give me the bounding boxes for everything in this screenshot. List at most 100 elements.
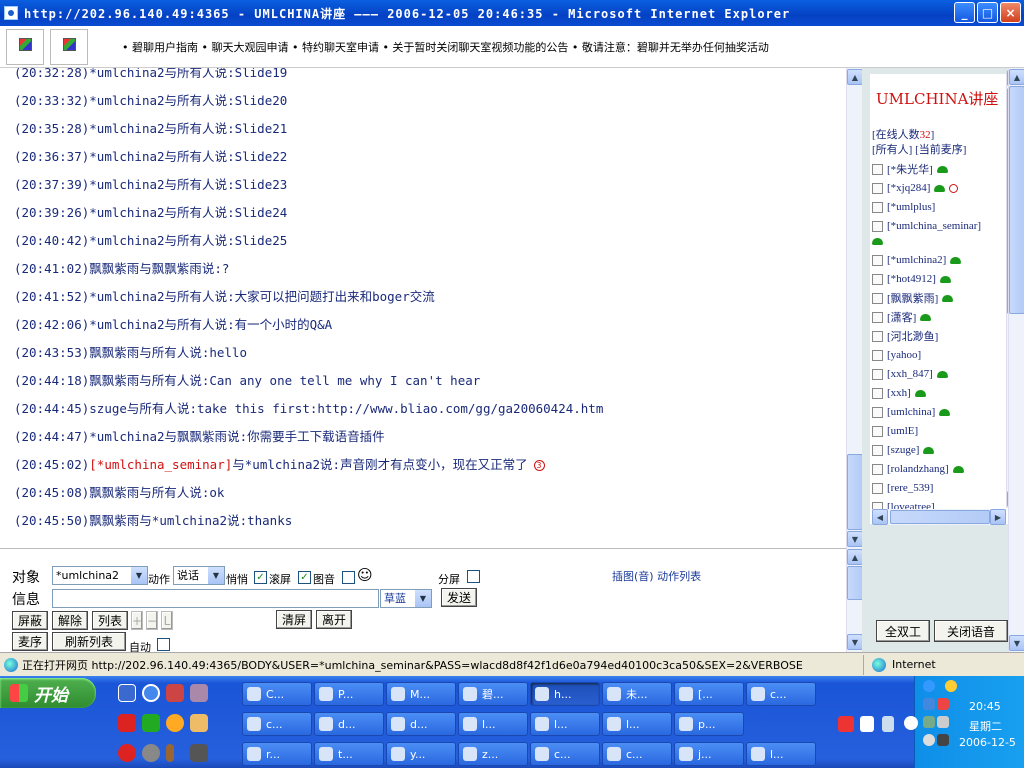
app-tray-icon[interactable] xyxy=(838,716,854,732)
quicklaunch-icon[interactable] xyxy=(118,684,136,702)
message-sender[interactable]: *umlchina2 xyxy=(89,429,164,444)
scroll-thumb[interactable] xyxy=(1009,86,1024,314)
taskbar-window-button[interactable]: M... xyxy=(386,682,456,706)
taskbar-window-button[interactable]: d... xyxy=(314,712,384,736)
message-recipient[interactable]: 所有人 xyxy=(152,485,190,500)
tray-expand-icon[interactable] xyxy=(904,716,918,730)
scroll-thumb[interactable] xyxy=(890,510,990,524)
scroll-up-icon[interactable]: ▲ xyxy=(1009,69,1024,85)
tray-icon[interactable] xyxy=(937,734,949,746)
user-checkbox[interactable] xyxy=(872,201,883,213)
taskbar-window-button[interactable]: c... xyxy=(602,742,672,766)
quicklaunch-icon[interactable] xyxy=(190,744,208,762)
maximize-button[interactable]: □ xyxy=(977,2,998,23)
taskbar-window-button[interactable]: C... xyxy=(242,682,312,706)
mic-order-button[interactable]: 麦序 xyxy=(12,632,48,651)
message-sender[interactable]: *umlchina2 xyxy=(89,93,164,108)
image-placeholder-icon[interactable] xyxy=(6,28,44,65)
user-name[interactable]: [河北渺鱼] xyxy=(887,328,938,344)
user-list-hscroll[interactable]: ◀ ▶ xyxy=(872,509,1006,525)
taskbar-window-button[interactable]: h... xyxy=(530,682,600,706)
taskbar-window-button[interactable]: y... xyxy=(386,742,456,766)
block-button[interactable]: 屏蔽 xyxy=(12,611,48,630)
help-icon[interactable] xyxy=(860,716,874,732)
user-name[interactable]: [rolandzhang] xyxy=(887,463,949,475)
message-recipient[interactable]: *umlchina2 xyxy=(245,457,320,472)
message-recipient[interactable]: 所有人 xyxy=(152,345,190,360)
taskbar-window-button[interactable]: j... xyxy=(674,742,744,766)
user-list-item[interactable]: [*xjq284] xyxy=(872,179,959,197)
user-checkbox[interactable] xyxy=(872,292,883,304)
scroll-right-icon[interactable]: ▶ xyxy=(990,509,1006,525)
clock-time[interactable]: 20:45 xyxy=(969,700,1001,713)
user-name[interactable]: [umlchina] xyxy=(887,406,935,418)
message-sender[interactable]: 飘飘紫雨 xyxy=(89,485,139,500)
message-recipient[interactable]: 所有人 xyxy=(177,149,215,164)
message-recipient[interactable]: 所有人 xyxy=(177,177,215,192)
user-list-item[interactable]: [umlE] xyxy=(872,422,918,440)
taskbar-window-button[interactable]: 未... xyxy=(602,682,672,706)
split-checkbox[interactable] xyxy=(467,570,480,583)
user-list-item[interactable]: [潇客] xyxy=(872,308,932,326)
tray-icon[interactable] xyxy=(937,716,949,728)
extra-checkbox[interactable] xyxy=(342,571,355,584)
quicklaunch-icon[interactable] xyxy=(142,684,160,702)
user-list-item[interactable]: [rere_539] xyxy=(872,479,933,497)
leave-button[interactable]: 离开 xyxy=(316,610,352,629)
user-name[interactable]: [xxh] xyxy=(887,387,911,399)
page-scrollbar[interactable]: ▲ ▼ xyxy=(1008,68,1024,652)
scroll-thumb[interactable] xyxy=(847,566,863,600)
control-scrollbar[interactable]: ▲ ▼ xyxy=(846,548,863,652)
send-button[interactable]: 发送 xyxy=(441,588,477,607)
message-sender[interactable]: *umlchina2 xyxy=(89,121,164,136)
taskbar-window-button[interactable]: c... xyxy=(530,742,600,766)
user-list-item[interactable]: [rolandzhang] xyxy=(872,460,964,478)
user-list-item[interactable]: [*umlchina2] xyxy=(872,251,962,269)
user-list-item[interactable]: [*umlplus] xyxy=(872,198,935,216)
message-sender[interactable]: *umlchina2 xyxy=(89,317,164,332)
auto-checkbox[interactable] xyxy=(157,638,170,651)
tray-icon[interactable] xyxy=(937,698,949,710)
taskbar-window-button[interactable]: l... xyxy=(602,712,672,736)
user-name[interactable]: [szuge] xyxy=(887,444,919,456)
message-sender[interactable]: *umlchina2 xyxy=(89,177,164,192)
user-name[interactable]: [xxh_847] xyxy=(887,368,933,380)
user-name[interactable]: [*umlchina_seminar] xyxy=(887,220,981,232)
chat-scrollbar[interactable]: ▲ ▼ xyxy=(846,68,863,548)
taskbar-window-button[interactable]: l... xyxy=(458,712,528,736)
user-list-item[interactable]: [飘飘紫雨] xyxy=(872,289,954,307)
message-sender[interactable]: 飘飘紫雨 xyxy=(89,261,139,276)
close-voice-button[interactable]: 关闭语音 xyxy=(934,620,1008,642)
image-placeholder-icon[interactable] xyxy=(50,28,88,65)
window-icon[interactable] xyxy=(882,716,894,732)
taskbar-window-button[interactable]: r... xyxy=(242,742,312,766)
user-checkbox[interactable] xyxy=(872,273,883,285)
user-list-item[interactable]: [szuge] xyxy=(872,441,935,459)
user-name[interactable]: [umlE] xyxy=(887,425,918,437)
user-name[interactable]: [潇客] xyxy=(887,309,916,325)
scroll-up-icon[interactable]: ▲ xyxy=(847,69,863,85)
user-checkbox[interactable] xyxy=(872,311,883,323)
taskbar-window-button[interactable]: l... xyxy=(530,712,600,736)
message-sender[interactable]: *umlchina2 xyxy=(89,233,164,248)
user-tabs[interactable]: [所有人] [当前麦序] xyxy=(872,141,966,157)
user-name[interactable]: [yahoo] xyxy=(887,349,921,361)
user-list-item[interactable]: [xxh] xyxy=(872,384,926,402)
quicklaunch-icon[interactable] xyxy=(166,714,184,732)
user-checkbox[interactable] xyxy=(872,220,883,232)
taskbar-window-button[interactable]: p... xyxy=(674,712,744,736)
user-checkbox[interactable] xyxy=(872,349,883,361)
user-name[interactable]: [*umlchina2] xyxy=(887,254,946,266)
user-list-item[interactable]: [*umlchina_seminar] xyxy=(872,217,981,235)
message-recipient[interactable]: 所有人 xyxy=(177,205,215,220)
quicklaunch-icon[interactable] xyxy=(166,684,184,702)
message-recipient[interactable]: 飘飘紫雨 xyxy=(177,429,227,444)
l-button[interactable]: L xyxy=(161,611,173,630)
user-list-item[interactable]: [yahoo] xyxy=(872,346,921,364)
message-sender[interactable]: *umlchina2 xyxy=(89,149,164,164)
user-name[interactable]: [飘飘紫雨] xyxy=(887,290,938,306)
quicklaunch-icon[interactable] xyxy=(142,744,160,762)
message-sender[interactable]: *umlchina2 xyxy=(89,205,164,220)
user-checkbox[interactable] xyxy=(872,387,883,399)
user-checkbox[interactable] xyxy=(872,482,883,494)
